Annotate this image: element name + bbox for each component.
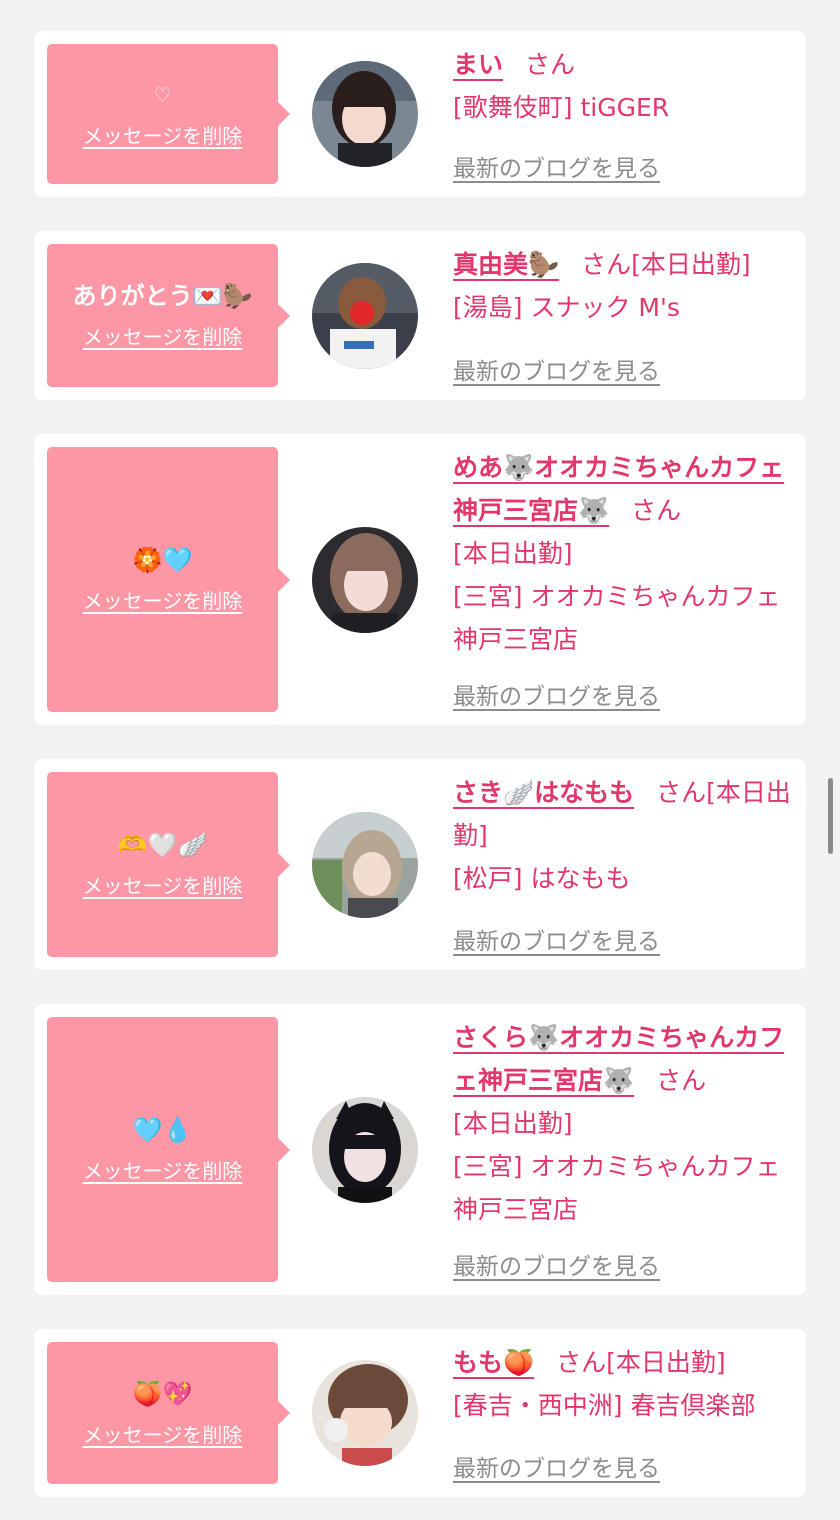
shop-info: [歌舞伎町] tiGGER: [453, 93, 670, 122]
cast-info: めあ🐺オオカミちゃんカフェ神戸三宮店🐺 さん [本日出勤] [三宮] オオカミちゃ…: [453, 446, 792, 661]
cast-name-link[interactable]: めあ🐺オオカミちゃんカフェ神戸三宮店🐺: [453, 453, 784, 525]
cast-card: 🫶🤍🪽 メッセージを削除 さき🪽はなもも さん[本日出勤] [松戸] はなもも 最…: [34, 759, 806, 970]
cast-card: 🍑💖 メッセージを削除 もも🍑 さん[本日出勤] [春吉・西中洲] 春吉倶楽部 最…: [34, 1329, 806, 1497]
message-text: ありがとう💌🦫: [72, 282, 253, 310]
work-status: [本日出勤]: [606, 1348, 726, 1377]
latest-blog-link[interactable]: 最新のブログを見る: [453, 922, 660, 956]
cast-info: 真由美🦫 さん[本日出勤] [湯島] スナック M's: [453, 243, 792, 329]
shop-info: [春吉・西中洲] 春吉倶楽部: [453, 1391, 756, 1420]
message-text: 🏵️🩵: [132, 546, 193, 574]
honorific: さん: [581, 250, 632, 279]
avatar[interactable]: [312, 262, 418, 369]
work-status: [本日出勤]: [631, 250, 751, 279]
honorific: さん: [656, 1066, 707, 1095]
delete-message-link[interactable]: メッセージを削除: [83, 585, 243, 614]
latest-blog-link[interactable]: 最新のブログを見る: [453, 1247, 660, 1281]
delete-message-link[interactable]: メッセージを削除: [83, 120, 243, 149]
message-bubble: 🏵️🩵 メッセージを削除: [47, 447, 290, 712]
message-bubble: ♡ メッセージを削除: [47, 44, 290, 184]
honorific: さん: [556, 1348, 607, 1377]
message-text: 🩵💧: [132, 1116, 193, 1144]
message-bubble: ありがとう💌🦫 メッセージを削除: [47, 244, 290, 387]
cast-name-link[interactable]: もも🍑: [453, 1348, 534, 1377]
shop-info: [湯島] スナック M's: [453, 293, 680, 322]
favorites-list: ♡ メッセージを削除 まい さん [歌舞伎町] tiGGER 最新のブログを見る …: [34, 31, 806, 1497]
shop-info: [三宮] オオカミちゃんカフェ神戸三宮店: [453, 1152, 781, 1224]
honorific: さん: [656, 778, 707, 807]
cast-card: 🏵️🩵 メッセージを削除 めあ🐺オオカミちゃんカフェ神戸三宮店🐺 さん [本日出勤…: [34, 434, 806, 725]
cast-info: まい さん [歌舞伎町] tiGGER: [453, 43, 792, 129]
cast-info: もも🍑 さん[本日出勤] [春吉・西中洲] 春吉倶楽部: [453, 1341, 792, 1427]
message-text: 🫶🤍🪽: [117, 831, 208, 859]
avatar[interactable]: [312, 811, 418, 918]
delete-message-link[interactable]: メッセージを削除: [83, 870, 243, 899]
honorific: さん: [631, 496, 682, 525]
message-bubble: 🍑💖 メッセージを削除: [47, 1342, 290, 1484]
latest-blog-link[interactable]: 最新のブログを見る: [453, 677, 660, 711]
message-text: 🍑💖: [132, 1379, 193, 1408]
shop-info: [三宮] オオカミちゃんカフェ神戸三宮店: [453, 582, 781, 654]
cast-card: ♡ メッセージを削除 まい さん [歌舞伎町] tiGGER 最新のブログを見る: [34, 31, 806, 197]
cast-name-link[interactable]: 真由美🦫: [453, 250, 559, 279]
message-bubble: 🫶🤍🪽 メッセージを削除: [47, 772, 290, 957]
avatar[interactable]: [312, 1360, 418, 1466]
cast-name-link[interactable]: さくら🐺オオカミちゃんカフェ神戸三宮店🐺: [453, 1023, 784, 1095]
cast-name-link[interactable]: さき🪽はなもも: [453, 778, 634, 807]
latest-blog-link[interactable]: 最新のブログを見る: [453, 149, 660, 183]
avatar[interactable]: [312, 1096, 418, 1203]
avatar[interactable]: [312, 61, 418, 167]
avatar[interactable]: [312, 526, 418, 633]
cast-info: さくら🐺オオカミちゃんカフェ神戸三宮店🐺 さん [本日出勤] [三宮] オオカミち…: [453, 1016, 792, 1231]
delete-message-link[interactable]: メッセージを削除: [83, 1419, 243, 1448]
latest-blog-link[interactable]: 最新のブログを見る: [453, 1449, 660, 1483]
work-status: [本日出勤]: [453, 1109, 573, 1138]
honorific: さん: [525, 50, 576, 79]
cast-card: ありがとう💌🦫 メッセージを削除 真由美🦫 さん[本日出勤] [湯島] スナック …: [34, 231, 806, 400]
latest-blog-link[interactable]: 最新のブログを見る: [453, 352, 660, 386]
work-status: [本日出勤]: [453, 539, 573, 568]
shop-info: [松戸] はなもも: [453, 864, 631, 893]
delete-message-link[interactable]: メッセージを削除: [83, 321, 243, 350]
cast-card: 🩵💧 メッセージを削除 さくら🐺オオカミちゃんカフェ神戸三宮店🐺 さん [本日出勤…: [34, 1004, 806, 1295]
message-bubble: 🩵💧 メッセージを削除: [47, 1017, 290, 1282]
cast-info: さき🪽はなもも さん[本日出勤] [松戸] はなもも: [453, 771, 792, 900]
message-text: ♡: [153, 82, 172, 107]
scrollbar[interactable]: [828, 778, 833, 854]
cast-name-link[interactable]: まい: [453, 50, 503, 79]
delete-message-link[interactable]: メッセージを削除: [83, 1155, 243, 1184]
